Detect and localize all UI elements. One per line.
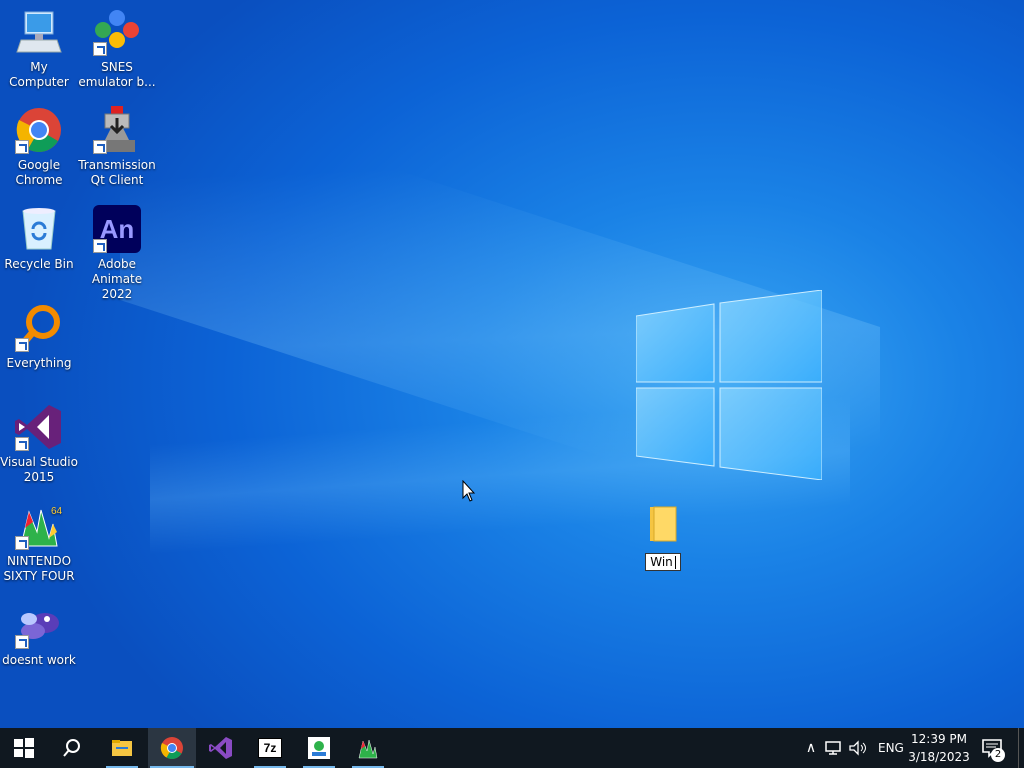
desktop-icon-label: Visual Studio 2015 bbox=[0, 455, 78, 484]
search-icon bbox=[63, 739, 80, 757]
new-folder-rename[interactable]: Win bbox=[640, 505, 686, 571]
desktop-icon-label: doesnt work bbox=[2, 653, 76, 667]
taskbar-file-explorer[interactable] bbox=[98, 728, 146, 768]
show-desktop-button[interactable] bbox=[1018, 728, 1024, 768]
mouse-cursor-icon bbox=[462, 480, 476, 502]
notification-count-badge: 2 bbox=[991, 748, 1005, 762]
desktop-icon-label: NINTENDO SIXTY FOUR bbox=[3, 554, 75, 583]
taskbar-project64[interactable] bbox=[344, 728, 392, 768]
visual-studio-icon bbox=[209, 737, 232, 759]
desktop-icon-recycle-bin[interactable]: Recycle Bin bbox=[0, 205, 78, 272]
volume-icon[interactable] bbox=[848, 740, 868, 756]
text-caret bbox=[674, 556, 676, 569]
rename-text: Win bbox=[650, 555, 673, 569]
desktop-icon-nintendo-64[interactable]: 64 NINTENDO SIXTY FOUR bbox=[0, 502, 78, 584]
desktop-icon-doesnt-work[interactable]: doesnt work bbox=[0, 601, 78, 668]
everything-search-icon bbox=[15, 304, 63, 352]
app-icon bbox=[15, 601, 63, 649]
taskbar: 7z ∧ ENG 12:39 PM 3/18/2023 2 bbox=[0, 728, 1024, 768]
taskbar-chrome[interactable] bbox=[148, 728, 196, 768]
folder-icon bbox=[650, 506, 677, 542]
project64-icon: 64 bbox=[15, 502, 63, 550]
desktop-icon-my-computer[interactable]: My Computer bbox=[0, 8, 78, 90]
desktop-icon-label: Google Chrome bbox=[15, 158, 63, 187]
windows-logo-wallpaper bbox=[635, 289, 823, 481]
desktop-icon-snes-emulator[interactable]: SNES emulator b... bbox=[78, 8, 156, 90]
svg-text:64: 64 bbox=[51, 506, 63, 517]
chevron-up-icon[interactable]: ∧ bbox=[800, 740, 822, 756]
start-icon bbox=[14, 738, 34, 758]
taskbar-7zip[interactable]: 7z bbox=[246, 728, 294, 768]
app-icon bbox=[308, 737, 330, 759]
shortcut-arrow-icon bbox=[93, 140, 107, 154]
desktop-icon-label: My Computer bbox=[9, 60, 69, 89]
shortcut-arrow-icon bbox=[93, 239, 107, 253]
chrome-icon bbox=[15, 106, 63, 154]
desktop-icon-adobe-animate[interactable]: An Adobe Animate 2022 bbox=[78, 205, 156, 302]
desktop-icon-label: Adobe Animate 2022 bbox=[91, 257, 143, 301]
desktop-icon-transmission[interactable]: Transmission Qt Client bbox=[78, 106, 156, 188]
language-indicator[interactable]: ENG bbox=[878, 741, 904, 755]
shortcut-arrow-icon bbox=[93, 42, 107, 56]
shortcut-arrow-icon bbox=[15, 437, 29, 451]
computer-icon bbox=[15, 8, 63, 56]
snes-emulator-icon bbox=[93, 8, 141, 56]
desktop-icon-label: Recycle Bin bbox=[4, 257, 74, 271]
clock[interactable]: 12:39 PM 3/18/2023 bbox=[906, 730, 972, 766]
desktop-icon-everything[interactable]: Everything bbox=[0, 304, 78, 371]
file-explorer-icon bbox=[112, 740, 132, 756]
taskbar-visual-studio[interactable] bbox=[197, 728, 245, 768]
system-tray: ∧ ENG bbox=[800, 728, 904, 768]
taskbar-app[interactable] bbox=[295, 728, 343, 768]
7zip-icon-text: 7z bbox=[263, 741, 277, 755]
shortcut-arrow-icon bbox=[15, 635, 29, 649]
shortcut-arrow-icon bbox=[15, 140, 29, 154]
start-button[interactable] bbox=[0, 728, 48, 768]
transmission-icon bbox=[93, 106, 141, 154]
recycle-bin-icon bbox=[15, 205, 63, 253]
desktop-icon-visual-studio[interactable]: Visual Studio 2015 bbox=[0, 403, 78, 485]
clock-time: 12:39 PM bbox=[911, 732, 967, 746]
shortcut-arrow-icon bbox=[15, 536, 29, 550]
7zip-icon: 7z bbox=[258, 738, 282, 758]
desktop-icon-label: Everything bbox=[6, 356, 72, 370]
desktop-icon-label: SNES emulator b... bbox=[78, 60, 156, 89]
chrome-icon bbox=[160, 737, 183, 759]
desktop-icon-label: Transmission Qt Client bbox=[78, 158, 156, 187]
desktop-icon-google-chrome[interactable]: Google Chrome bbox=[0, 106, 78, 188]
clock-date: 3/18/2023 bbox=[908, 750, 970, 764]
project64-icon bbox=[358, 739, 378, 759]
visual-studio-icon bbox=[15, 403, 63, 451]
network-icon[interactable] bbox=[824, 740, 844, 756]
shortcut-arrow-icon bbox=[15, 338, 29, 352]
adobe-animate-icon: An bbox=[93, 205, 141, 253]
rename-input[interactable]: Win bbox=[645, 553, 681, 571]
search-button[interactable] bbox=[48, 728, 96, 768]
